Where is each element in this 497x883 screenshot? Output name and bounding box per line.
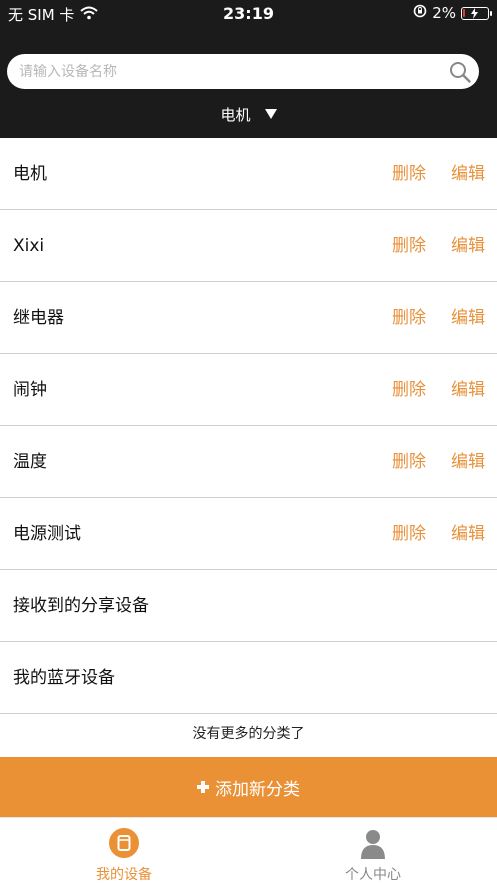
- battery-icon: [461, 6, 492, 20]
- delete-button[interactable]: 删除: [392, 498, 426, 570]
- app-header: 无 SIM 卡 23:19 2% 请输入设备名称 电机: [0, 0, 497, 138]
- status-bar: 无 SIM 卡 23:19 2%: [0, 0, 497, 28]
- tab-label: 个人中心: [345, 867, 401, 883]
- selected-category: 电机: [220, 105, 251, 124]
- add-category-button[interactable]: 添加新分类: [0, 757, 497, 817]
- person-icon: [357, 827, 389, 859]
- delete-button[interactable]: 删除: [392, 426, 426, 498]
- category-dropdown[interactable]: 电机: [0, 100, 497, 128]
- list-end-message: 没有更多的分类了: [192, 726, 305, 742]
- tab-bar: 我的设备 个人中心: [0, 817, 497, 883]
- edit-button[interactable]: 编辑: [451, 210, 485, 282]
- tab-label: 我的设备: [96, 867, 152, 883]
- delete-button[interactable]: 删除: [392, 282, 426, 354]
- edit-button[interactable]: 编辑: [451, 498, 485, 570]
- category-row[interactable]: 接收到的分享设备: [0, 570, 497, 642]
- category-name: 闹钟: [13, 380, 47, 400]
- category-row[interactable]: Xixi 删除 编辑: [0, 210, 497, 282]
- category-name: 我的蓝牙设备: [13, 668, 115, 688]
- category-name: 接收到的分享设备: [13, 596, 149, 616]
- category-row[interactable]: 继电器 删除 编辑: [0, 282, 497, 354]
- delete-button[interactable]: 删除: [392, 210, 426, 282]
- dropdown-triangle-icon: [264, 109, 277, 119]
- edit-button[interactable]: 编辑: [451, 354, 485, 426]
- delete-button[interactable]: 删除: [392, 138, 426, 210]
- search-bar: [7, 54, 479, 89]
- category-name: 电机: [13, 164, 47, 184]
- status-right: 2%: [413, 4, 492, 22]
- search-input[interactable]: [19, 54, 439, 89]
- edit-button[interactable]: 编辑: [451, 282, 485, 354]
- battery-level: [463, 8, 465, 17]
- battery-percent: 2%: [432, 4, 456, 22]
- category-name: Xixi: [13, 236, 45, 256]
- tab-personal-center[interactable]: 个人中心: [249, 818, 497, 883]
- plus-icon: [197, 781, 209, 793]
- add-category-label: 添加新分类: [215, 779, 300, 800]
- rotation-lock-icon: [413, 4, 427, 22]
- search-icon[interactable]: [449, 61, 471, 83]
- category-row[interactable]: 我的蓝牙设备: [0, 642, 497, 714]
- category-row[interactable]: 闹钟 删除 编辑: [0, 354, 497, 426]
- category-name: 电源测试: [13, 524, 81, 544]
- category-name: 温度: [13, 452, 47, 472]
- my-devices-icon: [108, 827, 140, 859]
- edit-button[interactable]: 编辑: [451, 426, 485, 498]
- category-name: 继电器: [13, 308, 64, 328]
- category-row[interactable]: 电源测试 删除 编辑: [0, 498, 497, 570]
- tab-my-devices[interactable]: 我的设备: [0, 818, 248, 883]
- category-list: 电机 删除 编辑 Xixi 删除 编辑 继电器 删除 编辑 闹钟 删除 编辑 温…: [0, 138, 497, 714]
- edit-button[interactable]: 编辑: [451, 138, 485, 210]
- delete-button[interactable]: 删除: [392, 354, 426, 426]
- category-row[interactable]: 电机 删除 编辑: [0, 138, 497, 210]
- category-row[interactable]: 温度 删除 编辑: [0, 426, 497, 498]
